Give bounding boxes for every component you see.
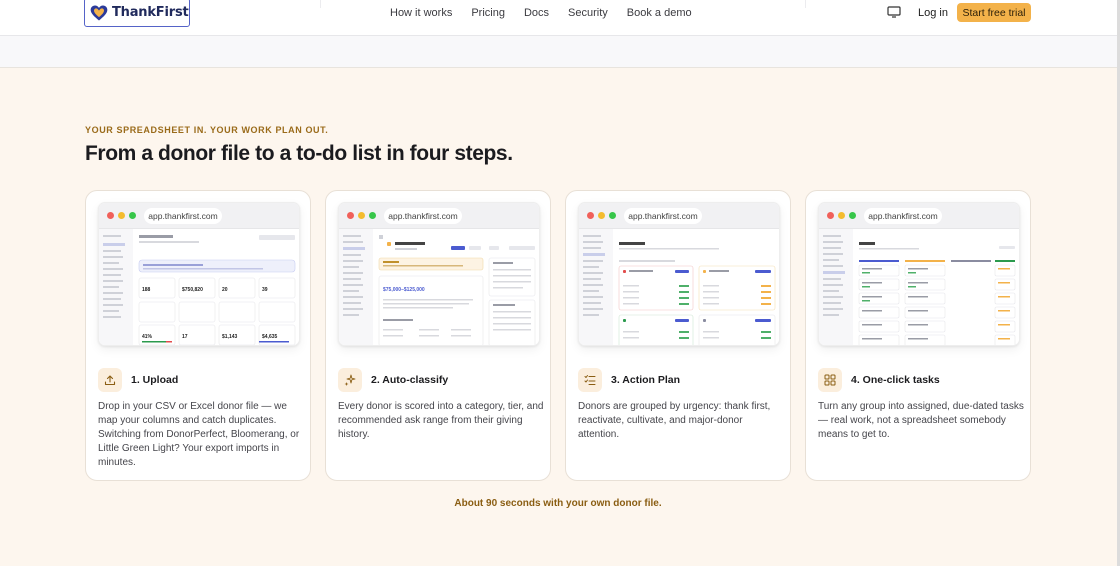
maximize-dot-icon <box>129 212 136 219</box>
step-description: Every donor is scored into a category, t… <box>338 401 544 440</box>
browser-bar: app.thankfirst.com <box>819 203 1019 229</box>
app-screenshot: app.thankfirst.com $75,000–$125,000 <box>338 202 540 346</box>
kpi-value: $750,820 <box>182 287 203 293</box>
upload-icon <box>98 368 122 392</box>
url-pill: app.thankfirst.com <box>384 208 462 224</box>
minimize-dot-icon <box>598 212 605 219</box>
ask-range-value: $75,000–$125,000 <box>383 287 425 293</box>
kpi-value: 41% <box>142 334 153 340</box>
monitor-icon[interactable] <box>887 6 901 18</box>
maximize-dot-icon <box>849 212 856 219</box>
kpi-value: 20 <box>222 287 228 293</box>
step-description: Turn any group into assigned, due-dated … <box>818 401 1024 440</box>
close-dot-icon <box>107 212 114 219</box>
step-card-upload: app.thankfirst.com 188 $750,820 20 39 41… <box>85 190 311 481</box>
step-card-action-plan: app.thankfirst.com 3. Action Plan Donors… <box>565 190 791 481</box>
url-pill: app.thankfirst.com <box>864 208 942 224</box>
start-free-trial-button[interactable]: Start free trial <box>957 3 1031 22</box>
step-card-auto-classify: app.thankfirst.com $75,000–$125,000 2. A… <box>325 190 551 481</box>
step-title: 4. One-click tasks <box>851 374 940 386</box>
step-header: 4. One-click tasks <box>818 368 940 392</box>
minimize-dot-icon <box>838 212 845 219</box>
step-title: 3. Action Plan <box>611 374 681 386</box>
close-dot-icon <box>827 212 834 219</box>
sparkle-icon <box>338 368 362 392</box>
nav-pricing[interactable]: Pricing <box>471 7 505 19</box>
kpi-value: 188 <box>142 287 151 293</box>
nav-how-it-works[interactable]: How it works <box>390 7 452 19</box>
nav-book-a-demo[interactable]: Book a demo <box>627 7 692 19</box>
step-card-one-click-tasks: app.thankfirst.com 4. One-click tasks Tu… <box>805 190 1031 481</box>
app-screenshot: app.thankfirst.com <box>98 202 300 346</box>
donor-profile-preview: $75,000–$125,000 <box>339 229 539 345</box>
step-header: 1. Upload <box>98 368 178 392</box>
url-pill: app.thankfirst.com <box>144 208 222 224</box>
maximize-dot-icon <box>369 212 376 219</box>
action-plan-preview <box>579 229 779 345</box>
kpi-value: 39 <box>262 287 268 293</box>
top-navbar: ThankFirst How it works Pricing Docs Sec… <box>0 0 1120 36</box>
step-description: Drop in your CSV or Excel donor file — w… <box>98 401 300 468</box>
kpi-value: 17 <box>182 334 188 340</box>
nav-security[interactable]: Security <box>568 7 608 19</box>
divider <box>805 0 806 8</box>
section-title: From a donor file to a to-do list in fou… <box>85 142 513 165</box>
brand-logo-link[interactable]: ThankFirst <box>84 0 190 27</box>
login-link[interactable]: Log in <box>918 7 948 19</box>
section-footnote: About 90 seconds with your own donor fil… <box>454 498 662 509</box>
browser-bar: app.thankfirst.com <box>339 203 539 229</box>
header-band <box>0 36 1120 68</box>
dashboard-preview: 188 $750,820 20 39 41% 17 $1,143 $4,635 <box>99 229 299 345</box>
checklist-icon <box>578 368 602 392</box>
step-title: 2. Auto-classify <box>371 374 449 386</box>
brand-name: ThankFirst <box>112 5 189 20</box>
kpi-value: $1,143 <box>222 334 238 340</box>
divider <box>320 0 321 8</box>
url-pill: app.thankfirst.com <box>624 208 702 224</box>
step-header: 3. Action Plan <box>578 368 680 392</box>
grid-icon <box>818 368 842 392</box>
step-title: 1. Upload <box>131 374 179 386</box>
minimize-dot-icon <box>118 212 125 219</box>
browser-bar: app.thankfirst.com <box>99 203 299 229</box>
nav-docs[interactable]: Docs <box>524 7 549 19</box>
heart-logo-icon <box>90 5 108 20</box>
step-header: 2. Auto-classify <box>338 368 448 392</box>
task-board-preview <box>819 229 1019 345</box>
step-description: Donors are grouped by urgency: thank fir… <box>578 401 771 440</box>
close-dot-icon <box>347 212 354 219</box>
close-dot-icon <box>587 212 594 219</box>
maximize-dot-icon <box>609 212 616 219</box>
app-screenshot: app.thankfirst.com <box>818 202 1020 346</box>
browser-bar: app.thankfirst.com <box>579 203 779 229</box>
kpi-value: $4,635 <box>262 334 278 340</box>
section-eyebrow: YOUR SPREADSHEET IN. YOUR WORK PLAN OUT. <box>85 125 329 135</box>
app-screenshot: app.thankfirst.com <box>578 202 780 346</box>
minimize-dot-icon <box>358 212 365 219</box>
main-nav: How it works Pricing Docs Security Book … <box>390 7 692 19</box>
